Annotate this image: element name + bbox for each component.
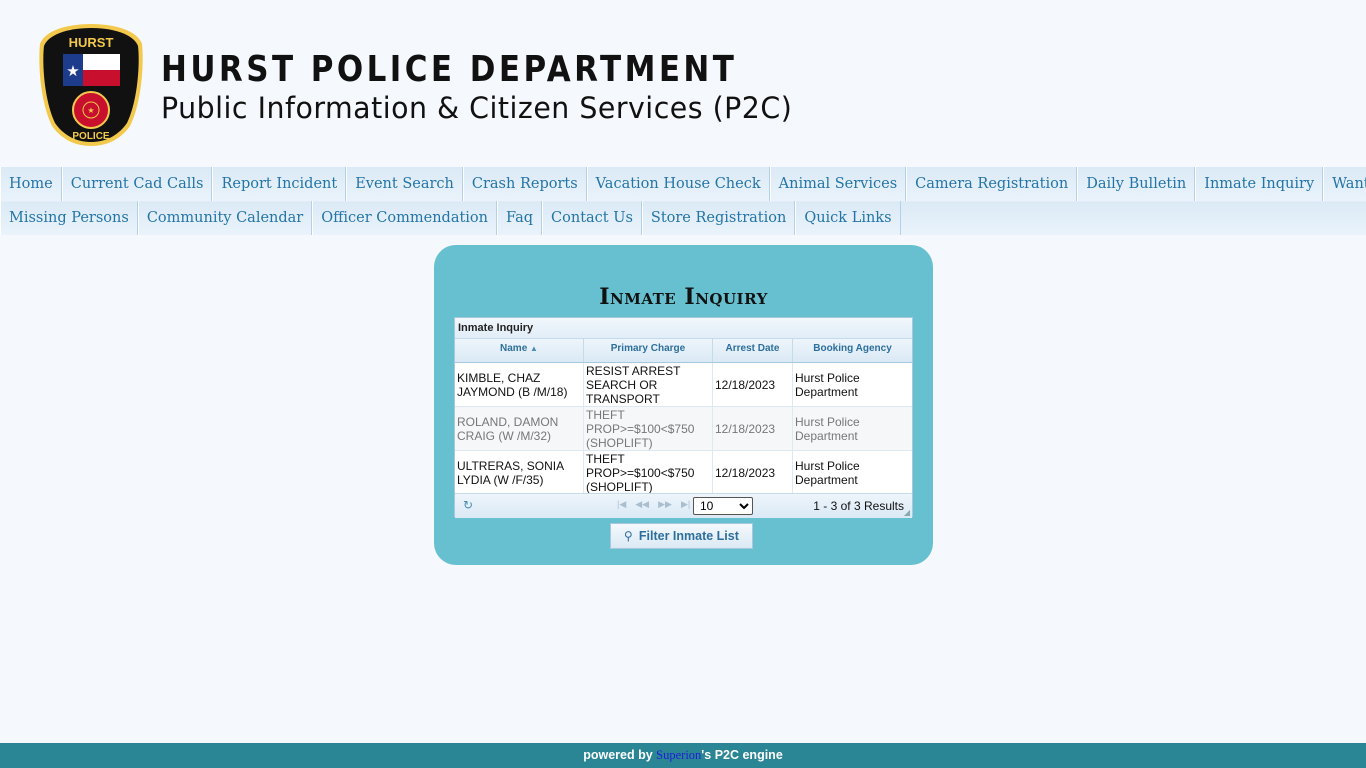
svg-text:★: ★ <box>66 63 79 80</box>
table-row[interactable]: ROLAND, DAMON CRAIG (W /M/32) THEFT PROP… <box>455 407 912 451</box>
nav-item-camera-registration[interactable]: Camera Registration <box>906 167 1078 201</box>
nav-item-officer-commendation[interactable]: Officer Commendation <box>312 201 498 235</box>
grid-pager: ↻ |◀ ◀◀ ▶▶ ▶| 10 20 30 1 - 3 of 3 Results ◢ <box>455 493 912 518</box>
inmate-inquiry-panel: Inmate Inquiry Inmate Inquiry Name ▲ Pri… <box>434 245 933 565</box>
nav-item-quick-links[interactable]: Quick Links <box>795 201 901 235</box>
nav-item-wanted-list[interactable]: Wanted List <box>1323 167 1366 201</box>
cell-booking-agency: Hurst Police Department <box>795 414 860 443</box>
superion-link[interactable]: Superion <box>656 748 701 762</box>
column-header-label: Arrest Date <box>725 343 780 354</box>
nav-item-animal-services[interactable]: Animal Services <box>769 167 907 201</box>
main-nav: Home Current Cad Calls Report Incident E… <box>0 167 1366 235</box>
cell-primary-charge: THEFT PROP>=$100<$750 (SHOPLIFT) <box>584 451 713 494</box>
nav-item-current-cad-calls[interactable]: Current Cad Calls <box>61 167 213 201</box>
nav-item-faq[interactable]: Faq <box>497 201 543 235</box>
column-header-label: Booking Agency <box>813 343 892 354</box>
table-row[interactable]: KIMBLE, CHAZ JAYMOND (B /M/18) RESIST AR… <box>455 363 912 407</box>
cell-name: KIMBLE, CHAZ JAYMOND (B /M/18) <box>455 363 584 406</box>
first-page-icon[interactable]: |◀ <box>617 499 626 509</box>
nav-row-2: Missing Persons Community Calendar Offic… <box>0 201 1366 235</box>
grid-caption: Inmate Inquiry <box>455 318 912 339</box>
nav-item-event-search[interactable]: Event Search <box>346 167 463 201</box>
nav-item-home[interactable]: Home <box>0 167 62 201</box>
page-header: HURST ★ ★ POLICE HURST POLICE DEPARTMENT… <box>0 0 1366 165</box>
cell-booking-agency: Hurst Police Department <box>795 458 860 487</box>
refresh-icon[interactable]: ↻ <box>463 498 473 512</box>
results-count: 1 - 3 of 3 Results <box>813 499 904 513</box>
cell-name: ULTRERAS, SONIA LYDIA (W /F/35) <box>455 451 584 494</box>
column-header-label: Name <box>500 343 528 354</box>
cell-booking-agency: Hurst Police Department <box>795 370 860 399</box>
resize-grip-icon[interactable]: ◢ <box>904 508 910 517</box>
nav-item-community-calendar[interactable]: Community Calendar <box>137 201 313 235</box>
nav-item-inmate-inquiry[interactable]: Inmate Inquiry <box>1195 167 1324 201</box>
next-page-icon[interactable]: ▶▶ <box>658 499 672 509</box>
column-header-name[interactable]: Name ▲ <box>455 339 584 362</box>
svg-text:★: ★ <box>87 106 94 115</box>
nav-row-1: Home Current Cad Calls Report Incident E… <box>0 167 1366 201</box>
prev-page-icon[interactable]: ◀◀ <box>635 499 649 509</box>
cell-arrest-date: 12/18/2023 <box>713 407 793 450</box>
grid-header: Name ▲ Primary Charge Arrest Date Bookin… <box>455 339 912 363</box>
nav-item-store-registration[interactable]: Store Registration <box>641 201 796 235</box>
pager-controls: |◀ ◀◀ ▶▶ ▶| <box>617 499 699 510</box>
inmate-grid: Inmate Inquiry Name ▲ Primary Charge Arr… <box>454 317 913 518</box>
footer-prefix: powered by <box>583 748 657 762</box>
filter-button-label: Filter Inmate List <box>638 529 739 543</box>
nav-item-daily-bulletin[interactable]: Daily Bulletin <box>1077 167 1196 201</box>
sort-ascending-icon: ▲ <box>530 344 538 353</box>
nav-item-contact-us[interactable]: Contact Us <box>542 201 642 235</box>
department-subtitle: Public Information & Citizen Services (P… <box>161 91 793 125</box>
cell-primary-charge: RESIST ARREST SEARCH OR TRANSPORT <box>584 363 713 406</box>
police-badge-logo: HURST ★ ★ POLICE <box>39 24 143 146</box>
cell-arrest-date: 12/18/2023 <box>713 363 793 406</box>
department-title: HURST POLICE DEPARTMENT <box>161 49 738 90</box>
svg-text:POLICE: POLICE <box>72 131 110 142</box>
last-page-icon[interactable]: ▶| <box>681 499 690 509</box>
column-header-booking-agency[interactable]: Booking Agency <box>793 339 912 362</box>
column-header-label: Primary Charge <box>610 343 686 354</box>
search-icon: ⚲ <box>624 529 633 543</box>
nav-item-missing-persons[interactable]: Missing Persons <box>0 201 138 235</box>
table-row[interactable]: ULTRERAS, SONIA LYDIA (W /F/35) THEFT PR… <box>455 451 912 495</box>
nav-item-vacation-house-check[interactable]: Vacation House Check <box>586 167 770 201</box>
nav-item-crash-reports[interactable]: Crash Reports <box>462 167 587 201</box>
nav-item-report-incident[interactable]: Report Incident <box>212 167 347 201</box>
footer-suffix: 's P2C engine <box>701 748 783 762</box>
page-size-select[interactable]: 10 20 30 <box>693 497 753 515</box>
cell-name: ROLAND, DAMON CRAIG (W /M/32) <box>455 407 584 450</box>
panel-title: Inmate Inquiry <box>599 284 768 310</box>
filter-inmate-list-button[interactable]: ⚲ Filter Inmate List <box>610 523 753 549</box>
page-footer: powered by Superion's P2C engine <box>0 743 1366 768</box>
svg-text:HURST: HURST <box>69 35 114 50</box>
column-header-primary-charge[interactable]: Primary Charge <box>584 339 713 362</box>
column-header-arrest-date[interactable]: Arrest Date <box>713 339 793 362</box>
cell-arrest-date: 12/18/2023 <box>713 451 793 494</box>
cell-primary-charge: THEFT PROP>=$100<$750 (SHOPLIFT) <box>584 407 713 450</box>
